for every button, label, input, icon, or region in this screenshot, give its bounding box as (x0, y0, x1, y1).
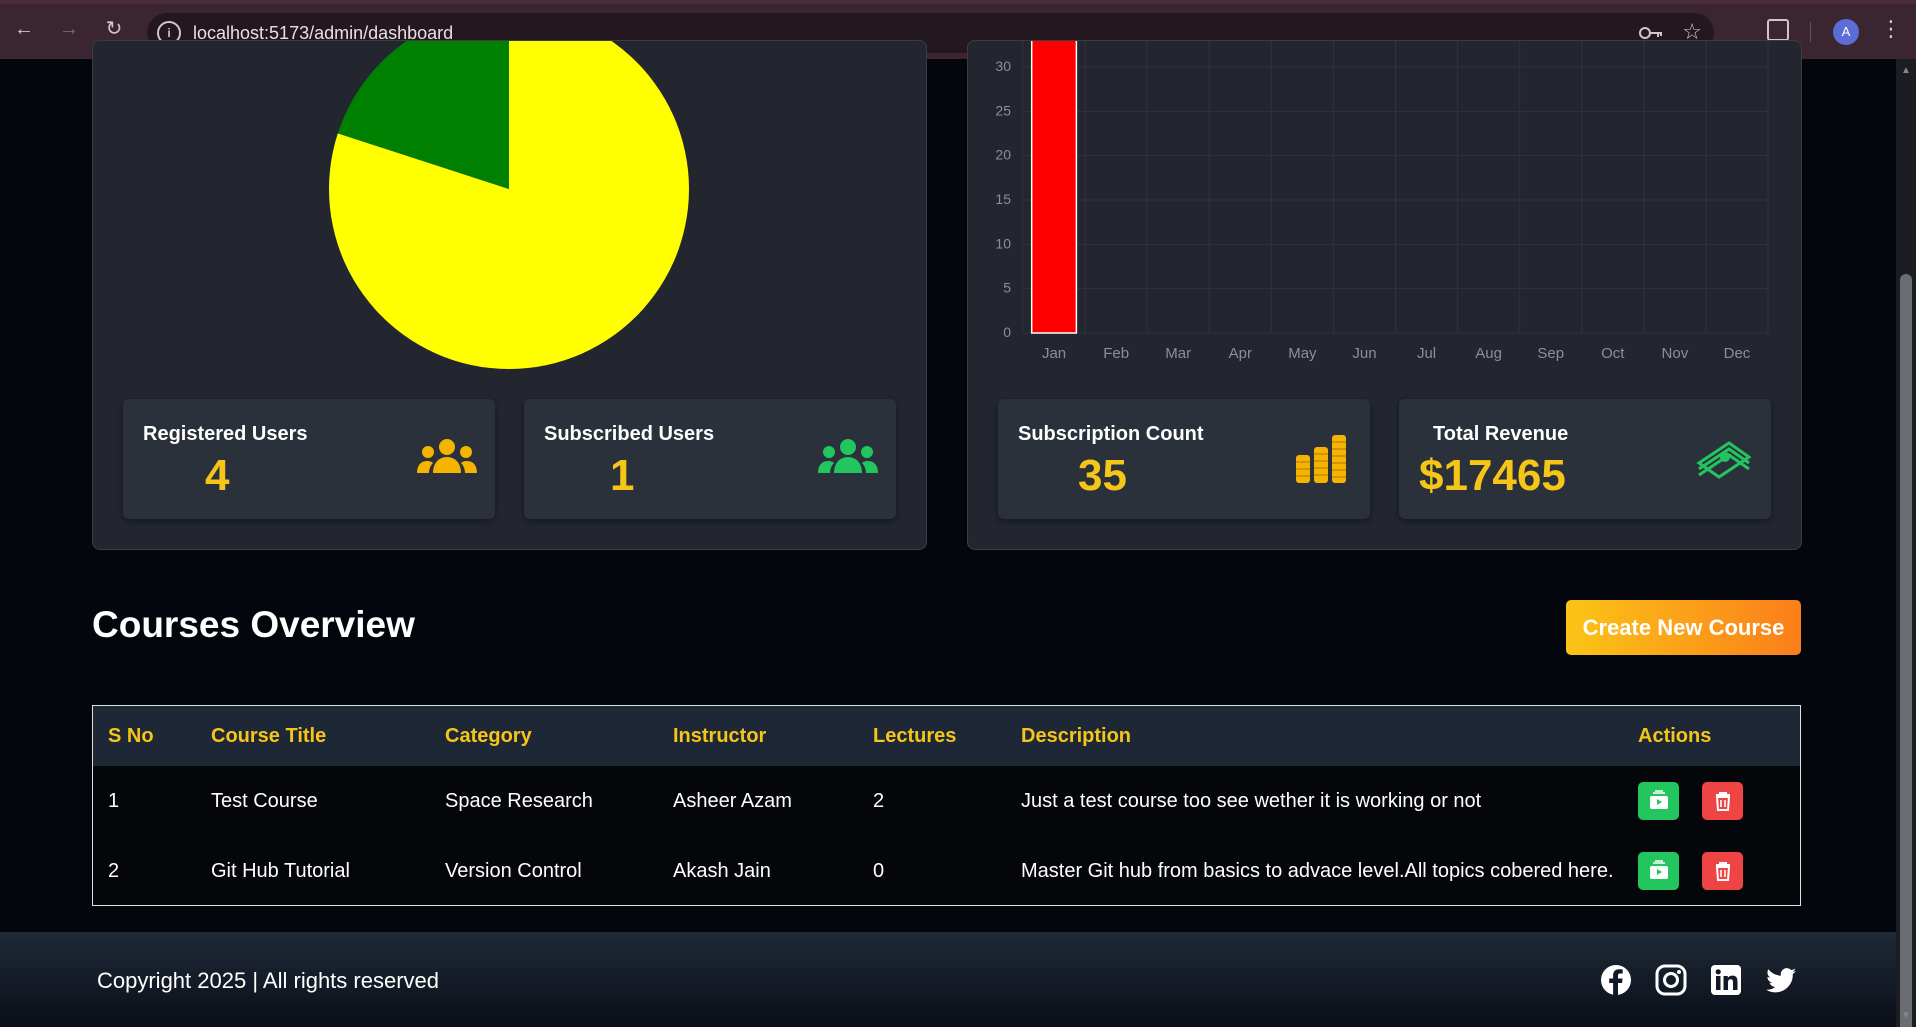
cell-actions (1623, 766, 1800, 836)
instagram-icon[interactable] (1655, 964, 1687, 996)
extensions-icon[interactable] (1767, 19, 1789, 41)
header-lectures: Lectures (873, 724, 957, 747)
y-tick-label: 5 (1003, 280, 1011, 296)
registered-users-card: Registered Users 4 (123, 399, 495, 519)
users-icon (417, 437, 477, 486)
y-tick-label: 0 (1003, 324, 1011, 340)
x-tick-label: Nov (1662, 345, 1689, 362)
subscription-count-card: Subscription Count 35 (998, 399, 1370, 519)
scrollbar-thumb[interactable] (1900, 274, 1912, 1027)
header-instructor: Instructor (673, 724, 767, 747)
y-tick-label: 10 (995, 235, 1011, 251)
users-icon (818, 437, 878, 486)
users-panel: Registered Users 4 Subscribed Users 1 (92, 40, 927, 550)
cell-lectures: 0 (873, 859, 885, 882)
subscribed-users-value: 1 (610, 451, 635, 500)
back-icon[interactable]: ← (13, 18, 35, 40)
bar-jan (1030, 41, 1078, 334)
x-tick-label: Dec (1724, 345, 1751, 362)
cell-description: Just a test course too see wether it is … (1021, 789, 1482, 812)
x-tick-label: Feb (1103, 345, 1129, 362)
header-category: Category (445, 724, 532, 747)
header-course-title: Course Title (211, 724, 327, 747)
total-revenue-value: $17465 (1419, 451, 1566, 500)
reload-icon[interactable]: ↻ (103, 18, 125, 40)
x-tick-label: Jun (1352, 345, 1376, 362)
subscription-count-label: Subscription Count (1018, 423, 1204, 445)
cell-instructor: Akash Jain (673, 859, 771, 882)
table-row: 2 Git Hub Tutorial Version Control Akash… (93, 836, 1800, 906)
x-tick-label: Aug (1475, 345, 1502, 362)
toolbar-divider (1810, 22, 1811, 42)
x-tick-label: Jan (1042, 345, 1066, 362)
subscribed-users-card: Subscribed Users 1 (524, 399, 896, 519)
header-actions: Actions (1638, 724, 1712, 747)
play-video-icon (1650, 790, 1668, 809)
courses-table: S No Course Title Category Instructor Le… (92, 705, 1801, 906)
x-tick-label: Apr (1229, 345, 1252, 362)
page-scrollbar[interactable]: ▲ ▼ (1896, 59, 1916, 1027)
total-revenue-label: Total Revenue (1433, 423, 1569, 445)
registered-users-label: Registered Users (143, 423, 308, 445)
revenue-panel: 0 5 10 15 20 25 30 Jan Feb Mar Apr May Jun Jul Aug Sep O… (967, 40, 1802, 550)
header-s-no: S No (108, 724, 154, 747)
cell-description: Master Git hub from basics to advace lev… (1021, 859, 1614, 882)
cell-lectures: 2 (873, 789, 885, 812)
cell-category: Version Control (445, 859, 582, 882)
users-pie-chart (329, 41, 689, 369)
subscription-count-value: 35 (1078, 451, 1127, 500)
cell-s-no: 1 (108, 789, 120, 812)
cell-instructor: Asheer Azam (673, 789, 792, 812)
profile-avatar[interactable]: A (1833, 19, 1859, 45)
scroll-down-arrow-icon[interactable]: ▼ (1901, 1010, 1911, 1021)
scroll-up-arrow-icon[interactable]: ▲ (1901, 65, 1911, 76)
money-icon (1695, 437, 1752, 486)
more-menu-icon[interactable]: ⋮ (1880, 16, 1902, 42)
header-description: Description (1021, 724, 1132, 747)
delete-course-button[interactable] (1701, 852, 1743, 890)
forward-icon[interactable]: → (58, 18, 80, 40)
play-video-icon (1650, 860, 1668, 879)
x-tick-label: Oct (1601, 345, 1625, 362)
footer: Copyright 2025 | All rights reserved (0, 932, 1896, 1027)
cell-course-title: Test Course (211, 789, 318, 812)
y-tick-label: 20 (995, 147, 1011, 163)
table-header-row: S No Course Title Category Instructor Le… (93, 706, 1800, 766)
facebook-icon[interactable] (1600, 964, 1632, 996)
cell-category: Space Research (445, 789, 593, 812)
registered-users-value: 4 (205, 451, 230, 500)
x-tick-label: Mar (1165, 345, 1191, 362)
table-row: 1 Test Course Space Research Asheer Azam… (93, 766, 1800, 836)
cell-actions (1623, 836, 1800, 906)
monthly-subscriptions-bar-chart: 0 5 10 15 20 25 30 Jan Feb Mar Apr May Jun Jul Aug Sep O… (995, 41, 1769, 362)
courses-overview-heading: Courses Overview (92, 604, 415, 645)
total-revenue-card: Total Revenue $17465 (1399, 399, 1771, 519)
create-new-course-button[interactable]: Create New Course (1566, 600, 1801, 655)
subscribed-users-label: Subscribed Users (544, 423, 715, 445)
y-tick-label: 30 (995, 58, 1011, 74)
trash-icon (1715, 792, 1730, 811)
x-tick-label: May (1288, 345, 1317, 362)
delete-course-button[interactable] (1701, 782, 1743, 820)
x-tick-label: Jul (1417, 345, 1436, 362)
y-tick-label: 25 (995, 102, 1011, 118)
twitter-icon[interactable] (1765, 964, 1797, 996)
view-lectures-button[interactable] (1638, 852, 1679, 890)
view-lectures-button[interactable] (1638, 782, 1679, 820)
cell-s-no: 2 (108, 859, 120, 882)
trash-icon (1715, 862, 1730, 881)
x-tick-label: Sep (1537, 345, 1564, 362)
y-tick-label: 15 (995, 191, 1011, 207)
cell-course-title: Git Hub Tutorial (211, 859, 350, 882)
coins-icon (1296, 435, 1348, 488)
copyright-text: Copyright 2025 | All rights reserved (97, 968, 439, 993)
linkedin-icon[interactable] (1710, 964, 1742, 996)
